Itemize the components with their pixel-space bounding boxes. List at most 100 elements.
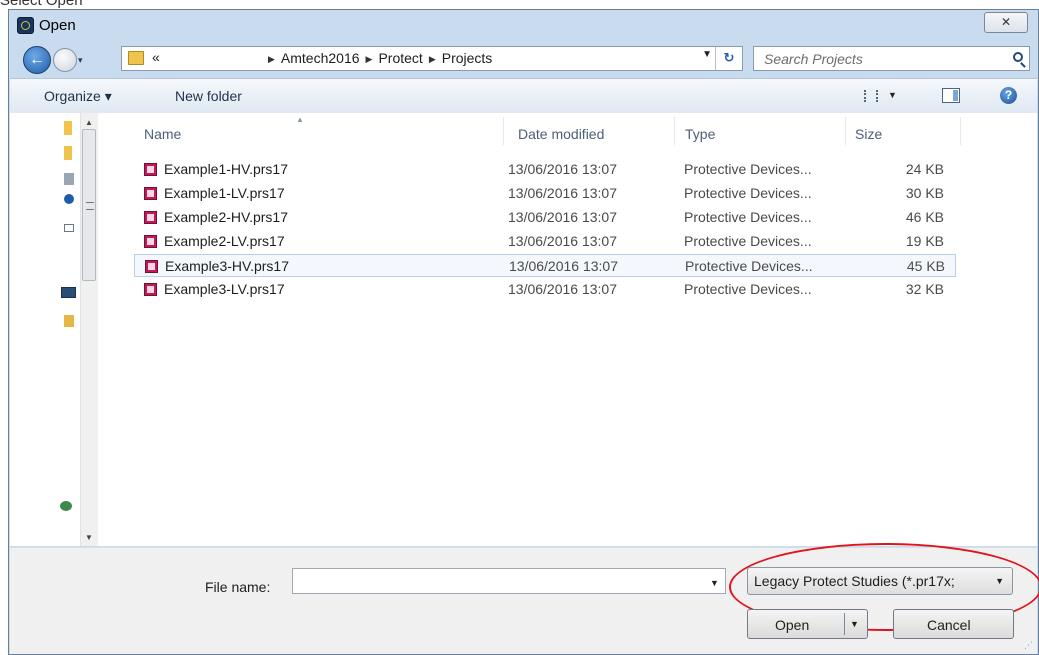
file-date: 13/06/2016 13:07 — [508, 209, 617, 225]
open-dialog: Open ✕ ← ▾ « ▶ Amtech2016 ▶ Protect ▶ Project… — [8, 9, 1039, 655]
search-input[interactable] — [762, 49, 996, 69]
file-row[interactable]: Example2-HV.prs17 13/06/2016 13:07 Prote… — [134, 206, 956, 229]
file-size: 24 KB — [905, 161, 944, 177]
prs-file-icon — [144, 211, 157, 224]
file-date: 13/06/2016 13:07 — [509, 258, 618, 274]
view-dropdown-icon[interactable]: ▼ — [888, 90, 897, 100]
dialog-content: ▲ ▼ Name ▲ Date modified Type Size Examp… — [10, 113, 1037, 546]
file-type-filter-select[interactable]: Legacy Protect Studies (*.pr17x; ▼ — [747, 567, 1013, 595]
drive-icon[interactable] — [64, 224, 74, 232]
file-date: 13/06/2016 13:07 — [508, 161, 617, 177]
recent-locations-chevron-icon[interactable]: ▾ — [78, 55, 83, 66]
column-size[interactable]: Size — [855, 126, 882, 142]
file-name: Example1-LV.prs17 — [164, 185, 285, 201]
file-name: Example1-HV.prs17 — [164, 161, 288, 177]
back-button[interactable]: ← — [23, 46, 51, 74]
file-size: 46 KB — [905, 209, 944, 225]
file-name: Example3-HV.prs17 — [165, 258, 289, 274]
file-name-dropdown-icon[interactable]: ▼ — [710, 578, 719, 588]
file-row[interactable]: Example1-HV.prs17 13/06/2016 13:07 Prote… — [134, 158, 956, 181]
breadcrumb-item[interactable]: Protect — [378, 50, 422, 66]
file-size: 32 KB — [905, 281, 944, 297]
resize-grip-icon[interactable]: ⋰ — [1024, 640, 1033, 651]
app-icon — [17, 17, 34, 34]
open-button-label: Open — [775, 617, 810, 633]
file-date: 13/06/2016 13:07 — [508, 185, 617, 201]
help-icon[interactable]: ? — [1000, 87, 1017, 104]
chevron-right-icon[interactable]: ▶ — [366, 54, 373, 64]
breadcrumb: ▶ Amtech2016 ▶ Protect ▶ Projects — [262, 50, 492, 66]
network-icon[interactable] — [64, 173, 74, 185]
homegroup-icon[interactable] — [64, 194, 74, 204]
file-type-filter-value: Legacy Protect Studies (*.pr17x; — [754, 573, 955, 589]
scrollbar-thumb[interactable] — [82, 129, 96, 281]
refresh-button[interactable]: ↻ — [715, 47, 742, 70]
file-name-input[interactable] — [292, 568, 726, 594]
column-date-modified[interactable]: Date modified — [518, 126, 604, 142]
address-row: ← ▾ « ▶ Amtech2016 ▶ Protect ▶ Projects ▼ ↻ — [9, 40, 1038, 78]
file-row[interactable]: Example2-LV.prs17 13/06/2016 13:07 Prote… — [134, 230, 956, 253]
file-date: 13/06/2016 13:07 — [508, 281, 617, 297]
close-button[interactable]: ✕ — [984, 12, 1028, 33]
scroll-down-icon[interactable]: ▼ — [85, 533, 93, 542]
column-name[interactable]: Name — [144, 126, 181, 142]
open-button[interactable]: Open ▼ — [747, 609, 868, 639]
file-type: Protective Devices... — [684, 281, 812, 297]
file-type: Protective Devices... — [685, 258, 813, 274]
file-name-label: File name: — [205, 579, 271, 595]
prs-file-icon — [144, 163, 157, 176]
file-name: Example3-LV.prs17 — [164, 281, 285, 297]
open-options-dropdown-icon[interactable]: ▼ — [850, 619, 859, 629]
file-name: Example2-LV.prs17 — [164, 233, 285, 249]
chevron-down-icon: ▼ — [995, 576, 1004, 586]
forward-button[interactable] — [53, 48, 77, 72]
organize-menu[interactable]: Organize ▾ — [44, 88, 112, 105]
file-size: 19 KB — [905, 233, 944, 249]
title-bar: Open ✕ — [9, 10, 1038, 40]
libraries-folder-icon[interactable] — [64, 146, 72, 160]
change-view-icon[interactable] — [864, 90, 878, 102]
file-type: Protective Devices... — [684, 233, 812, 249]
network-places-icon[interactable] — [60, 501, 72, 511]
dialog-footer: File name: ▼ Legacy Protect Studies (*.p… — [10, 543, 1039, 654]
file-date: 13/06/2016 13:07 — [508, 233, 617, 249]
navigation-scrollbar[interactable]: ▲ ▼ — [80, 113, 98, 546]
page-caption: Select Open — [0, 0, 83, 9]
cancel-button-label: Cancel — [927, 617, 971, 633]
documents-icon[interactable] — [64, 315, 74, 327]
favorites-folder-icon[interactable] — [64, 121, 72, 135]
prs-file-icon — [144, 187, 157, 200]
breadcrumb-item[interactable]: Projects — [442, 50, 493, 66]
breadcrumb-item[interactable]: Amtech2016 — [281, 50, 360, 66]
cancel-button[interactable]: Cancel — [893, 609, 1014, 639]
dialog-title: Open — [39, 17, 76, 34]
file-name: Example2-HV.prs17 — [164, 209, 288, 225]
file-row-selected[interactable]: Example3-HV.prs17 13/06/2016 13:07 Prote… — [134, 254, 956, 277]
prs-file-icon — [144, 235, 157, 248]
column-headers: Name ▲ Date modified Type Size — [100, 113, 1039, 147]
new-folder-button[interactable]: New folder — [175, 88, 242, 104]
scroll-up-icon[interactable]: ▲ — [85, 118, 93, 127]
command-toolbar: Organize ▾ New folder ▼ ? — [10, 78, 1037, 114]
file-row[interactable]: Example3-LV.prs17 13/06/2016 13:07 Prote… — [134, 278, 956, 301]
address-bar[interactable]: « ▶ Amtech2016 ▶ Protect ▶ Projects ▼ ↻ — [121, 46, 743, 71]
file-row[interactable]: Example1-LV.prs17 13/06/2016 13:07 Prote… — [134, 182, 956, 205]
chevron-right-icon[interactable]: ▶ — [268, 54, 275, 64]
file-type: Protective Devices... — [684, 209, 812, 225]
computer-icon[interactable] — [61, 287, 76, 298]
preview-pane-icon[interactable] — [942, 88, 960, 103]
file-type: Protective Devices... — [684, 185, 812, 201]
prs-file-icon — [144, 283, 157, 296]
file-size: 45 KB — [906, 258, 945, 274]
prs-file-icon — [145, 260, 158, 273]
navigation-pane: ▲ ▼ — [10, 113, 100, 546]
folder-icon — [128, 51, 144, 65]
address-dropdown-icon[interactable]: ▼ — [702, 49, 712, 60]
sort-ascending-icon: ▲ — [296, 115, 304, 124]
file-list: Name ▲ Date modified Type Size Example1-… — [100, 113, 1037, 546]
search-box[interactable] — [753, 46, 1030, 71]
chevron-right-icon[interactable]: ▶ — [429, 54, 436, 64]
column-type[interactable]: Type — [685, 126, 715, 142]
breadcrumb-overflow[interactable]: « — [152, 49, 160, 65]
search-icon[interactable] — [1013, 52, 1023, 62]
